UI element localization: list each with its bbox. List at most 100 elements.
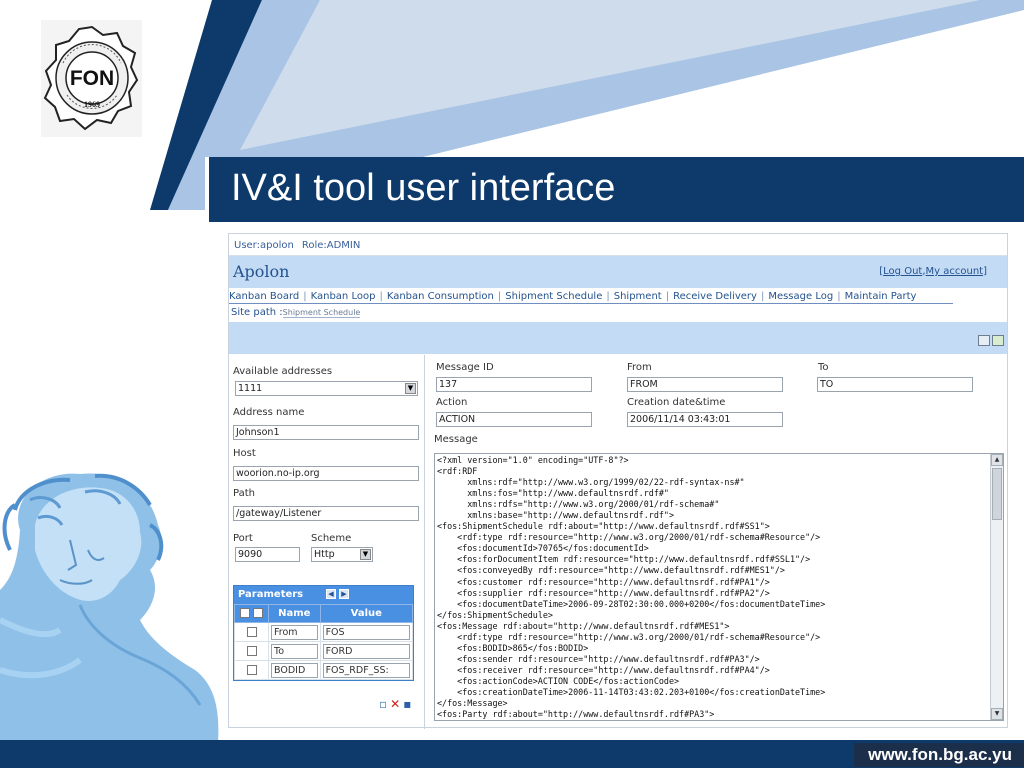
nav-shipment-schedule[interactable]: Shipment Schedule <box>501 291 606 302</box>
message-line: <fos:forDocumentItem rdf:resource="http:… <box>437 554 811 565</box>
scheme-select[interactable]: Http ▼ <box>311 547 373 562</box>
param-value-field[interactable]: FORD <box>322 643 410 659</box>
message-scrollbar[interactable]: ▲ ▼ <box>990 454 1003 720</box>
logo-initials: FON <box>69 67 113 90</box>
print-icon[interactable] <box>978 335 990 346</box>
footer-url: www.fon.bg.ac.yu <box>854 743 1024 767</box>
to-label: To <box>818 362 829 373</box>
param-value-field[interactable]: FOS <box>322 624 410 640</box>
message-id-label: Message ID <box>436 362 494 373</box>
to-field[interactable]: TO <box>817 377 973 392</box>
check-all-icon[interactable] <box>239 608 250 618</box>
port-field[interactable]: 9090 <box>235 547 300 562</box>
message-line: <fos:supplier rdf:resource="http://www.d… <box>437 587 770 598</box>
chevron-right-icon[interactable]: ▶ <box>339 589 349 599</box>
message-line: </fos:ShipmentSchedule> <box>437 609 553 620</box>
slide-title: IV&I tool user interface <box>231 167 616 209</box>
role-label: Role:ADMIN <box>301 240 361 251</box>
port-label: Port <box>233 533 253 544</box>
account-bracket-close: ] <box>983 266 987 277</box>
university-logo: FON 1969 <box>41 20 142 137</box>
uncheck-all-icon[interactable] <box>253 608 264 618</box>
message-line: <fos:receiver rdf:resource="http://www.d… <box>437 664 770 675</box>
row-checkbox[interactable] <box>246 664 257 675</box>
nav-shipment[interactable]: Shipment <box>610 291 666 302</box>
message-label: Message <box>434 434 478 445</box>
action-field[interactable]: ACTION <box>436 412 592 427</box>
scheme-value: Http <box>314 549 335 560</box>
new-document-icon[interactable]: ▫ <box>379 697 387 711</box>
available-addresses-select[interactable]: 1111 ▼ <box>235 381 418 396</box>
message-line: <rdf:type rdf:resource="http://www.w3.or… <box>437 532 821 543</box>
apolon-app-window: User:apolon Role:ADMIN Apolon [Log Out,My… <box>228 233 1008 729</box>
scroll-thumb[interactable] <box>992 468 1002 520</box>
scheme-label: Scheme <box>311 533 352 544</box>
title-bar: IV&I tool user interface <box>205 157 1024 222</box>
param-name-field[interactable]: To <box>271 643 318 659</box>
toolbar-strip <box>229 322 1007 354</box>
message-line: <fos:conveyedBy rdf:resource="http://www… <box>437 565 785 576</box>
message-line: <fos:creationDateTime>2006-11-14T03:43:0… <box>437 686 826 697</box>
table-row: To FORD <box>234 641 414 661</box>
breadcrumb: Site path :Shipment Schedule <box>229 304 1007 322</box>
logout-link[interactable]: Log Out <box>883 266 922 277</box>
column-header-value: Value <box>319 604 414 623</box>
site-path-label: Site path : <box>231 307 283 318</box>
nav-underline <box>229 303 953 304</box>
host-field[interactable]: woorion.no-ip.org <box>233 466 419 481</box>
creation-label: Creation date&time <box>627 397 726 408</box>
message-line: <fos:documentId>70765</fos:documentId> <box>437 543 649 554</box>
scroll-up-icon[interactable]: ▲ <box>991 454 1003 466</box>
table-row: BODID FOS_RDF_SS: <box>234 660 414 680</box>
path-field[interactable]: /gateway/Listener <box>233 506 419 521</box>
export-icon[interactable] <box>992 335 1004 346</box>
parameters-title: Parameters <box>238 589 304 600</box>
select-all-header[interactable] <box>234 604 269 623</box>
available-addresses-value: 1111 <box>238 383 263 394</box>
message-line: xmlns:base="http://www.defaultnsrdf.rdf"… <box>437 510 674 521</box>
message-textarea[interactable]: <?xml version="1.0" encoding="UTF-8"?> <r… <box>434 453 1004 721</box>
message-line: xmlns:fos="http://www.defaultnsrdf.rdf#" <box>437 488 669 499</box>
nav-kanban-consumption[interactable]: Kanban Consumption <box>383 291 498 302</box>
my-account-link[interactable]: My account <box>926 266 984 277</box>
message-line: <fos:BODID>865</fos:BODID> <box>437 642 589 653</box>
row-checkbox[interactable] <box>246 645 257 656</box>
user-bar: User:apolon Role:ADMIN <box>229 234 1007 256</box>
message-line: <rdf:RDF <box>437 466 478 477</box>
university-seal-icon: FON 1969 <box>43 25 138 130</box>
chevron-left-icon[interactable]: ◀ <box>326 589 336 599</box>
chevron-down-icon[interactable]: ▼ <box>405 383 416 394</box>
user-label: User:apolon <box>234 240 294 251</box>
creation-field[interactable]: 2006/11/14 03:43:01 <box>627 412 783 427</box>
host-label: Host <box>233 448 256 459</box>
chevron-down-icon[interactable]: ▼ <box>360 549 371 560</box>
address-name-field[interactable]: Johnson1 <box>233 425 419 440</box>
save-icon[interactable]: ▪ <box>403 697 411 711</box>
available-addresses-label: Available addresses <box>233 366 333 377</box>
nav-message-log[interactable]: Message Log <box>764 291 837 302</box>
nav-kanban-loop[interactable]: Kanban Loop <box>307 291 380 302</box>
nav-receive-delivery[interactable]: Receive Delivery <box>669 291 761 302</box>
delete-icon[interactable]: ✕ <box>390 697 400 711</box>
parameter-actions: ▫ ✕ ▪ <box>379 697 414 711</box>
statue-bust-icon <box>0 473 219 742</box>
message-line: <fos:documentDateTime>2006-09-28T02:30:0… <box>437 598 826 609</box>
param-name-field[interactable]: BODID <box>271 662 318 678</box>
param-name-field[interactable]: From <box>271 624 318 640</box>
action-label: Action <box>436 397 468 408</box>
message-line: <rdf:type rdf:resource="http://www.w3.or… <box>437 631 821 642</box>
scroll-down-icon[interactable]: ▼ <box>991 708 1003 720</box>
message-id-field[interactable]: 137 <box>436 377 592 392</box>
address-name-label: Address name <box>233 407 305 418</box>
site-path-value[interactable]: Shipment Schedule <box>282 308 361 318</box>
from-field[interactable]: FROM <box>627 377 783 392</box>
from-label: From <box>627 362 652 373</box>
account-links: [Log Out,My account] <box>879 266 987 277</box>
row-checkbox[interactable] <box>246 626 257 637</box>
message-line: <fos:ShipmentSchedule rdf:about="http://… <box>437 521 770 532</box>
path-label: Path <box>233 488 255 499</box>
parameters-table: Parameters ◀ ▶ Name Value From FOS To FO… <box>233 585 414 681</box>
nav-kanban-board[interactable]: Kanban Board <box>229 291 303 302</box>
param-value-field[interactable]: FOS_RDF_SS: <box>322 662 410 678</box>
nav-maintain-party[interactable]: Maintain Party <box>841 291 921 302</box>
